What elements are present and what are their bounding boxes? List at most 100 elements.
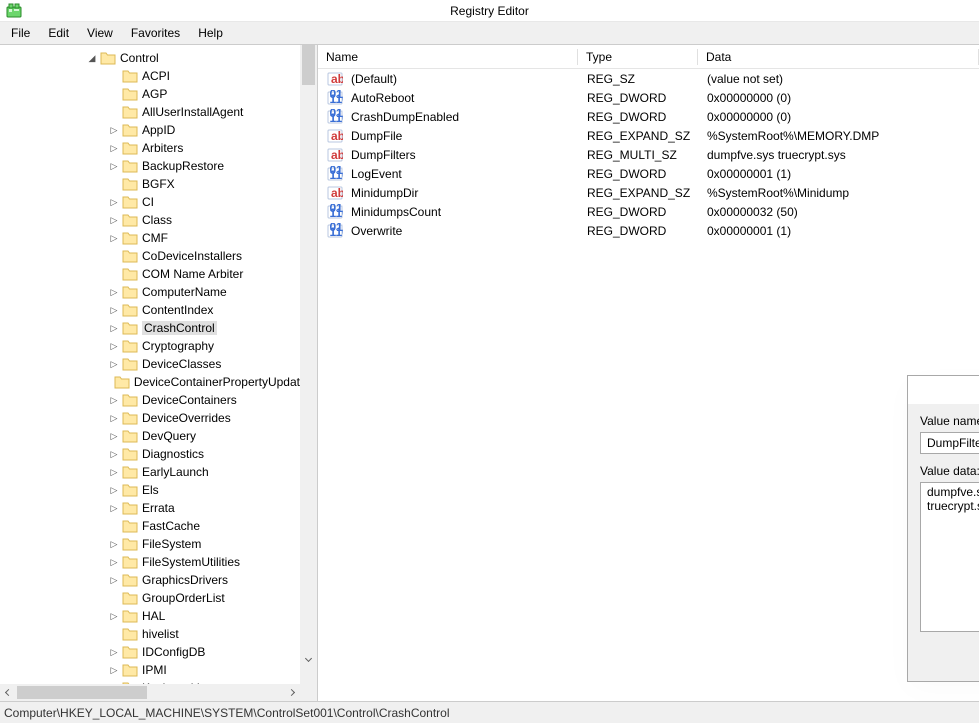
tree-scrollbar-vertical[interactable] xyxy=(300,45,317,684)
tree-item-earlylaunch[interactable]: ▷EarlyLaunch xyxy=(0,463,300,481)
scroll-left-icon[interactable] xyxy=(0,684,17,701)
folder-icon xyxy=(114,375,130,389)
status-path: Computer\HKEY_LOCAL_MACHINE\SYSTEM\Contr… xyxy=(4,706,450,720)
tree-root[interactable]: ◢ Control xyxy=(0,49,300,67)
expand-icon[interactable]: ▷ xyxy=(108,484,120,496)
tree-item-grouporderlist[interactable]: GroupOrderList xyxy=(0,589,300,607)
tree-item-contentindex[interactable]: ▷ ContentIndex xyxy=(0,301,300,319)
expand-icon[interactable]: ▷ xyxy=(108,664,120,676)
col-header-data[interactable]: Data xyxy=(698,46,979,68)
tree-item-label: IDConfigDB xyxy=(142,645,205,659)
tree-item-label: Class xyxy=(142,213,172,227)
collapse-icon[interactable]: ◢ xyxy=(86,52,98,64)
expand-icon[interactable]: ▷ xyxy=(108,610,120,622)
expand-icon[interactable]: ▷ xyxy=(108,502,120,514)
reg-sz-icon: ab xyxy=(327,71,343,87)
menu-view[interactable]: View xyxy=(78,23,122,43)
tree-item-deviceclasses[interactable]: ▷DeviceClasses xyxy=(0,355,300,373)
expand-icon[interactable]: ▷ xyxy=(108,448,120,460)
expand-icon[interactable]: ▷ xyxy=(108,574,120,586)
tree-item-backuprestore[interactable]: ▷BackupRestore xyxy=(0,157,300,175)
cell-name: LogEvent xyxy=(347,167,583,181)
tree-item-idconfigdb[interactable]: ▷ IDConfigDB xyxy=(0,643,300,661)
tree-item-class[interactable]: ▷ Class xyxy=(0,211,300,229)
expand-icon[interactable]: ▷ xyxy=(108,646,120,658)
scroll-right-icon[interactable] xyxy=(283,684,300,701)
tree-item-ipmi[interactable]: ▷IPMI xyxy=(0,661,300,679)
tree-item-bgfx[interactable]: BGFX xyxy=(0,175,300,193)
tree-item-els[interactable]: ▷Els xyxy=(0,481,300,499)
menu-help[interactable]: Help xyxy=(189,23,232,43)
expand-icon[interactable]: ▷ xyxy=(108,160,120,172)
value-name-input[interactable] xyxy=(920,432,979,454)
list-row[interactable]: abDumpFileREG_EXPAND_SZ%SystemRoot%\MEMO… xyxy=(318,126,979,145)
folder-icon xyxy=(100,51,116,65)
tree-item-crashcontrol[interactable]: ▷CrashControl xyxy=(0,319,300,337)
dialog-titlebar[interactable]: Edit Multi-String xyxy=(908,376,979,404)
tree-item-hivelist[interactable]: hivelist xyxy=(0,625,300,643)
tree-vscroll-thumb[interactable] xyxy=(302,45,315,85)
col-header-type[interactable]: Type xyxy=(578,46,698,68)
col-header-name[interactable]: Name xyxy=(318,46,578,68)
tree-item-com-name-arbiter[interactable]: COM Name Arbiter xyxy=(0,265,300,283)
expand-icon[interactable]: ▷ xyxy=(108,304,120,316)
tree-item-label: CI xyxy=(142,195,154,209)
list-row[interactable]: abMinidumpDirREG_EXPAND_SZ%SystemRoot%\M… xyxy=(318,183,979,202)
tree-item-arbiters[interactable]: ▷Arbiters xyxy=(0,139,300,157)
tree-item-label: ContentIndex xyxy=(142,303,213,317)
expand-icon[interactable]: ▷ xyxy=(108,430,120,442)
value-data-textarea[interactable] xyxy=(920,482,979,632)
tree-item-hal[interactable]: ▷ HAL xyxy=(0,607,300,625)
expand-icon[interactable]: ▷ xyxy=(108,124,120,136)
tree-item-computername[interactable]: ▷ComputerName xyxy=(0,283,300,301)
tree-item-cmf[interactable]: ▷CMF xyxy=(0,229,300,247)
list-row[interactable]: abDumpFiltersREG_MULTI_SZdumpfve.sys tru… xyxy=(318,145,979,164)
tree-item-fastcache[interactable]: FastCache xyxy=(0,517,300,535)
tree-item-deviceoverrides[interactable]: ▷DeviceOverrides xyxy=(0,409,300,427)
expand-icon[interactable]: ▷ xyxy=(108,142,120,154)
folder-icon xyxy=(122,465,138,479)
tree-item-agp[interactable]: AGP xyxy=(0,85,300,103)
expand-icon[interactable]: ▷ xyxy=(108,466,120,478)
list-row[interactable]: 011110AutoRebootREG_DWORD0x00000000 (0) xyxy=(318,88,979,107)
menu-file[interactable]: File xyxy=(2,23,39,43)
expand-icon[interactable]: ▷ xyxy=(108,286,120,298)
folder-icon xyxy=(122,159,138,173)
tree-item-devquery[interactable]: ▷DevQuery xyxy=(0,427,300,445)
tree-item-filesystemutilities[interactable]: ▷FileSystemUtilities xyxy=(0,553,300,571)
tree-item-devicecontainers[interactable]: ▷DeviceContainers xyxy=(0,391,300,409)
tree-item-diagnostics[interactable]: ▷Diagnostics xyxy=(0,445,300,463)
expand-icon[interactable]: ▷ xyxy=(108,394,120,406)
list-row[interactable]: ab(Default)REG_SZ(value not set) xyxy=(318,69,979,88)
tree-item-cryptography[interactable]: ▷Cryptography xyxy=(0,337,300,355)
list-row[interactable]: 011110LogEventREG_DWORD0x00000001 (1) xyxy=(318,164,979,183)
tree-item-codeviceinstallers[interactable]: CoDeviceInstallers xyxy=(0,247,300,265)
expand-icon[interactable]: ▷ xyxy=(108,340,120,352)
expand-icon[interactable]: ▷ xyxy=(108,412,120,424)
list-row[interactable]: 011110CrashDumpEnabledREG_DWORD0x0000000… xyxy=(318,107,979,126)
expand-icon[interactable]: ▷ xyxy=(108,196,120,208)
expand-icon[interactable]: ▷ xyxy=(108,214,120,226)
expand-icon[interactable]: ▷ xyxy=(108,232,120,244)
list-row[interactable]: 011110MinidumpsCountREG_DWORD0x00000032 … xyxy=(318,202,979,221)
expand-icon[interactable]: ▷ xyxy=(108,358,120,370)
tree-item-errata[interactable]: ▷Errata xyxy=(0,499,300,517)
expand-icon[interactable]: ▷ xyxy=(108,538,120,550)
menu-edit[interactable]: Edit xyxy=(39,23,78,43)
menu-favorites[interactable]: Favorites xyxy=(122,23,189,43)
tree-item-label: HAL xyxy=(142,609,165,623)
list-row[interactable]: 011110OverwriteREG_DWORD0x00000001 (1) xyxy=(318,221,979,240)
tree-item-devicecontainerpropertyupdat[interactable]: DeviceContainerPropertyUpdat xyxy=(0,373,300,391)
tree-item-ci[interactable]: ▷ CI xyxy=(0,193,300,211)
tree-item-filesystem[interactable]: ▷FileSystem xyxy=(0,535,300,553)
tree-item-label: COM Name Arbiter xyxy=(142,267,243,281)
tree-item-alluserinstallagent[interactable]: AllUserInstallAgent xyxy=(0,103,300,121)
tree-item-acpi[interactable]: ACPI xyxy=(0,67,300,85)
tree-scrollbar-horizontal[interactable] xyxy=(0,684,317,701)
expand-icon[interactable]: ▷ xyxy=(108,322,120,334)
tree-item-graphicsdrivers[interactable]: ▷GraphicsDrivers xyxy=(0,571,300,589)
scroll-down-icon[interactable] xyxy=(300,650,317,667)
tree-item-appid[interactable]: ▷AppID xyxy=(0,121,300,139)
tree-hscroll-thumb[interactable] xyxy=(17,686,147,699)
expand-icon[interactable]: ▷ xyxy=(108,556,120,568)
